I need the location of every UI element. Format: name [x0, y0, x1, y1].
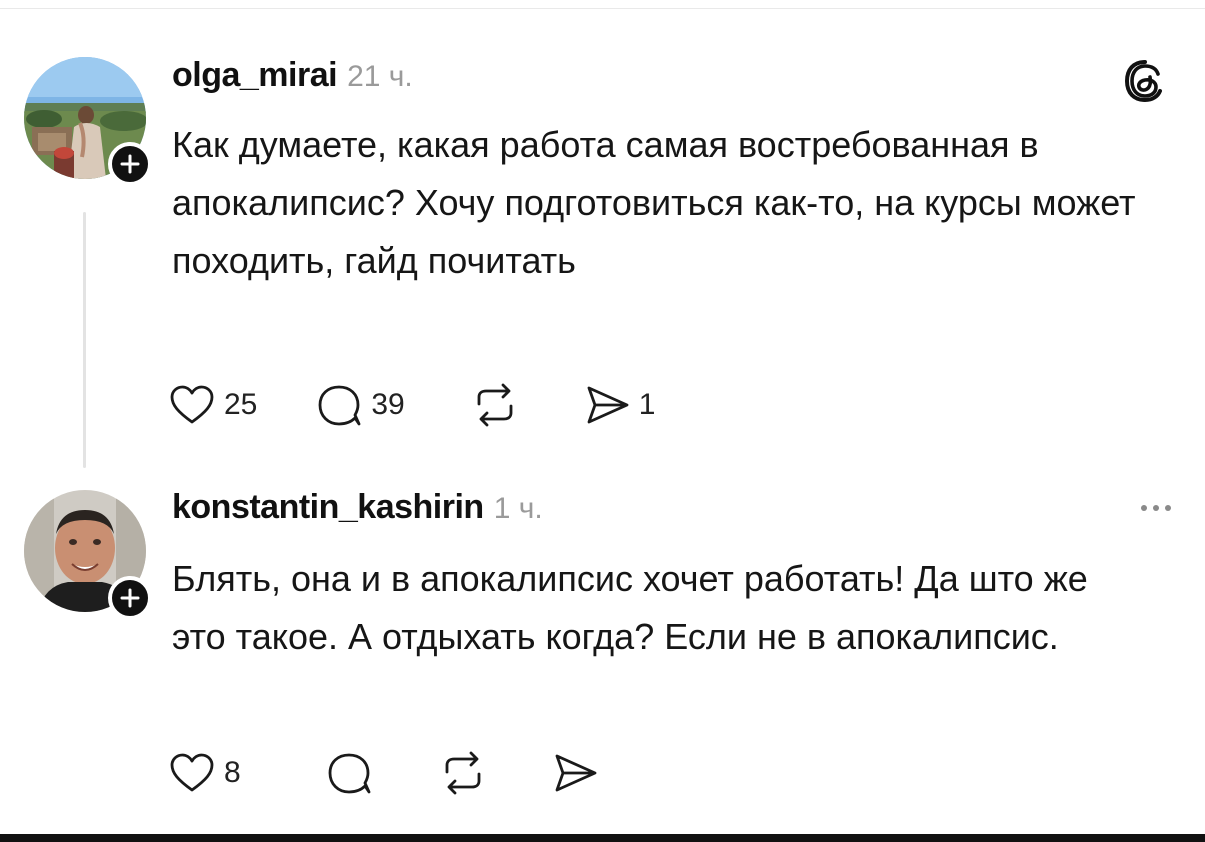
repost-button[interactable] [469, 382, 521, 428]
heart-icon [170, 385, 214, 424]
post-actions: 25 39 1 [168, 382, 655, 428]
post-header: konstantin_kashirin 1 ч. [172, 488, 543, 527]
repost-arrows-icon [477, 383, 513, 427]
reply-button[interactable] [325, 750, 373, 796]
thread-connector-line [83, 212, 86, 468]
like-button[interactable]: 25 [168, 383, 257, 427]
post-header: olga_mirai 21 ч. [172, 56, 413, 95]
post-time: 21 ч. [347, 60, 413, 93]
post-text: Как думаете, какая работа самая востребо… [172, 124, 1136, 281]
more-dots-icon[interactable] [1141, 505, 1171, 511]
heart-icon [170, 753, 214, 792]
follow-plus-button[interactable] [108, 576, 152, 620]
username[interactable]: olga_mirai [172, 56, 338, 95]
comment-bubble-icon [318, 385, 361, 426]
plus-icon [120, 588, 140, 608]
top-divider [0, 8, 1205, 9]
username[interactable]: konstantin_kashirin [172, 488, 484, 527]
post-text: Блять, она и в апокалипсис хочет работат… [172, 558, 1088, 657]
follow-plus-button[interactable] [108, 142, 152, 186]
share-button[interactable] [551, 751, 599, 795]
threads-logo-icon[interactable] [1122, 58, 1168, 109]
send-paper-plane-icon [587, 386, 629, 424]
share-count: 1 [638, 388, 656, 421]
like-count: 25 [224, 388, 258, 421]
repost-button[interactable] [437, 750, 489, 796]
send-paper-plane-icon [555, 754, 597, 792]
reply-button[interactable]: 39 [315, 382, 405, 428]
bottom-divider [0, 834, 1205, 842]
share-button[interactable]: 1 [583, 383, 656, 427]
like-button[interactable]: 8 [168, 751, 241, 795]
post-actions: 8 [168, 750, 599, 796]
like-count: 8 [224, 756, 241, 789]
comment-bubble-icon [328, 753, 371, 794]
post-time: 1 ч. [493, 492, 543, 525]
plus-icon [120, 154, 140, 174]
repost-arrows-icon [445, 751, 481, 795]
reply-count: 39 [371, 388, 405, 421]
